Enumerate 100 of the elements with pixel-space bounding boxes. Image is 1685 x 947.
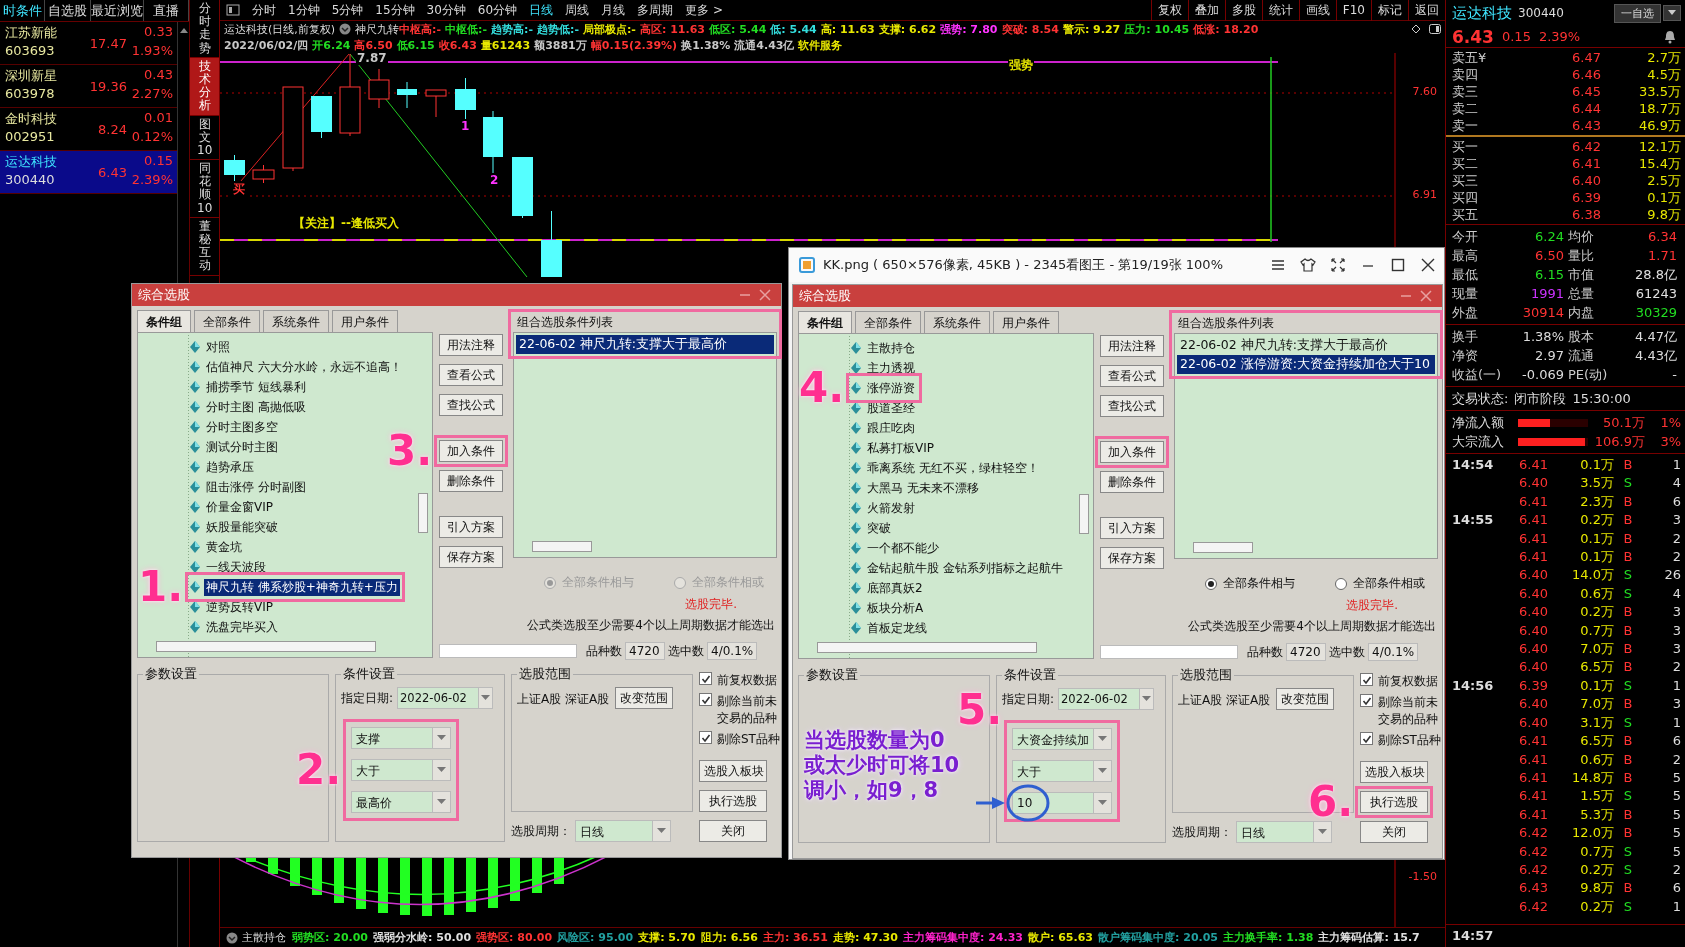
checkbox[interactable] xyxy=(699,693,712,706)
tree-item[interactable]: 底部真妖2 xyxy=(865,579,925,597)
toolbar-button[interactable]: 多股 xyxy=(1224,0,1262,21)
tree-item[interactable]: 板块分析A xyxy=(865,599,926,617)
stock-row[interactable]: 江苏新能 17.47 0.33 603693 1.93% xyxy=(0,22,177,65)
dropdown[interactable]: 2022-06-02 xyxy=(397,687,494,709)
tree-item[interactable]: 逆势反转VIP xyxy=(204,598,275,616)
tab[interactable]: 系统条件 xyxy=(924,311,990,333)
tree-item[interactable]: 分时主图多空 xyxy=(204,418,280,436)
scrollbar-thumb[interactable] xyxy=(156,641,376,652)
action-button[interactable]: 保存方案 xyxy=(439,546,503,568)
list-tab[interactable]: 直播 xyxy=(143,0,189,21)
period-tab[interactable]: 15分钟 xyxy=(369,1,421,19)
tree-item[interactable]: 主力透视 xyxy=(865,359,917,377)
bell-icon[interactable] xyxy=(1663,29,1677,44)
menu-icon[interactable] xyxy=(1270,257,1286,273)
dropdown-button[interactable] xyxy=(1663,5,1681,21)
side-tab[interactable]: 分时走势 xyxy=(190,0,219,58)
tree-item[interactable]: 金钻起航牛股 金钻系列指标之起航牛 xyxy=(865,559,1065,577)
diamond-icon[interactable] xyxy=(1411,24,1421,34)
app-icon[interactable] xyxy=(799,257,815,273)
action-button[interactable]: 执行选股 xyxy=(1360,791,1428,813)
tree-item[interactable]: 神尺九转 佛系炒股+神奇九转+压力 xyxy=(204,578,400,596)
side-tab[interactable]: 技术分析 xyxy=(190,57,219,116)
tree-item[interactable]: 测试分时主图 xyxy=(204,438,280,456)
period-tab[interactable]: 5分钟 xyxy=(325,1,370,19)
tree-item[interactable]: 阻击涨停 分时副图 xyxy=(204,478,308,496)
side-tab[interactable]: 同花顺10 xyxy=(190,160,219,218)
action-button[interactable]: 查找公式 xyxy=(1100,395,1164,417)
list-item[interactable]: 22-06-02 神尺九转:支撑大于最高价 xyxy=(1177,336,1435,355)
action-button[interactable]: 选股入板块 xyxy=(1360,761,1428,783)
action-button[interactable]: 选股入板块 xyxy=(699,760,767,782)
stock-row[interactable]: 运达科技 6.43 0.15 300440 2.39% xyxy=(0,151,177,194)
period-tab[interactable]: 周线 xyxy=(559,1,596,19)
tab[interactable]: 条件组 xyxy=(137,310,191,332)
side-tab[interactable]: 图文10 xyxy=(190,115,219,161)
period-tab[interactable]: 更多 > xyxy=(679,1,729,19)
scrollbar-thumb[interactable] xyxy=(532,541,592,552)
tree-item[interactable]: 跟庄吃肉 xyxy=(865,419,917,437)
action-button[interactable]: 保存方案 xyxy=(1100,547,1164,569)
side-tab[interactable]: 董秘互动 xyxy=(190,217,219,276)
action-button[interactable]: 删除条件 xyxy=(439,470,503,492)
toolbar-button[interactable]: F10 xyxy=(1335,0,1371,21)
action-button[interactable]: 引入方案 xyxy=(439,516,503,538)
checkbox[interactable] xyxy=(1360,694,1373,707)
tree-item[interactable]: 一线天波段 xyxy=(204,558,268,576)
tree-item[interactable]: 股道圣经 xyxy=(865,399,917,417)
dropdown[interactable]: 10 xyxy=(1012,792,1112,814)
action-button[interactable]: 用法注释 xyxy=(1100,335,1164,357)
tree-item[interactable]: 价量金窗VIP xyxy=(204,498,275,516)
toolbar-button[interactable]: 复权 xyxy=(1150,0,1188,21)
action-button[interactable]: 关闭 xyxy=(699,820,767,842)
scrollbar-thumb[interactable] xyxy=(817,642,1037,653)
close-icon[interactable] xyxy=(1420,257,1436,273)
tree-item[interactable]: 乖离系统 无红不买，绿柱轻空！ xyxy=(865,459,1041,477)
change-range-button[interactable]: 改变范围 xyxy=(1276,688,1335,710)
maximize-icon[interactable] xyxy=(1390,257,1406,273)
action-button[interactable]: 查看公式 xyxy=(439,364,503,386)
radio-button[interactable] xyxy=(1335,577,1347,590)
list-tab[interactable]: 最近浏览 xyxy=(90,0,144,21)
panel-icon[interactable] xyxy=(226,4,240,16)
period-tab[interactable]: 1分钟 xyxy=(282,1,326,19)
dropdown[interactable]: 支撑 xyxy=(351,727,451,749)
period-tab[interactable]: 月线 xyxy=(595,1,632,19)
tab[interactable]: 全部条件 xyxy=(855,311,921,333)
period-tab[interactable]: 日线 xyxy=(523,1,560,19)
tree-item[interactable]: 突破 xyxy=(865,519,893,537)
dropdown[interactable]: 最高价 xyxy=(351,791,451,813)
watchlist-button[interactable]: 一自选 xyxy=(1614,3,1661,23)
action-button[interactable]: 加入条件 xyxy=(439,440,503,462)
stock-row[interactable]: 深圳新星 19.36 0.43 603978 2.27% xyxy=(0,65,177,108)
checkbox[interactable] xyxy=(699,672,712,685)
tree-item[interactable]: 黄金坑 xyxy=(204,538,244,556)
action-button[interactable]: 执行选股 xyxy=(699,790,767,812)
list-item[interactable]: 22-06-02 神尺九转:支撑大于最高价 xyxy=(516,335,774,354)
period-tab[interactable]: 30分钟 xyxy=(420,1,472,19)
tree-item[interactable]: 一个都不能少 xyxy=(865,539,941,557)
dropdown-icon[interactable] xyxy=(339,23,352,35)
period-tab[interactable]: 60分钟 xyxy=(471,1,524,19)
checkbox[interactable] xyxy=(1360,673,1373,686)
fullscreen-icon[interactable] xyxy=(1330,257,1346,273)
period-tab[interactable]: 多周期 xyxy=(631,1,680,19)
checkbox[interactable] xyxy=(699,731,712,744)
checkbox[interactable] xyxy=(1360,732,1373,745)
tree-item[interactable]: 洗盘完毕买入 xyxy=(204,618,280,636)
scrollbar-thumb[interactable] xyxy=(1079,494,1089,534)
dropdown-icon[interactable] xyxy=(226,931,238,944)
change-range-button[interactable]: 改变范围 xyxy=(615,687,674,709)
tree-item[interactable]: 捕捞季节 短线暴利 xyxy=(204,378,308,396)
tree-item[interactable]: 估值神尺 六大分水岭，永远不追高！ xyxy=(204,358,404,376)
action-button[interactable]: 引入方案 xyxy=(1100,517,1164,539)
tree-item[interactable]: 趋势承压 xyxy=(204,458,256,476)
shirt-icon[interactable] xyxy=(1300,257,1316,273)
list-tab[interactable]: 时条件 xyxy=(0,0,46,21)
tab[interactable]: 用户条件 xyxy=(993,311,1059,333)
period-tab[interactable]: 分时 xyxy=(246,1,282,19)
scrollbar-thumb[interactable] xyxy=(418,493,428,533)
dropdown[interactable]: 大于 xyxy=(351,759,451,781)
action-button[interactable]: 关闭 xyxy=(1360,821,1428,843)
tree-item[interactable]: 私募打板VIP xyxy=(865,439,936,457)
